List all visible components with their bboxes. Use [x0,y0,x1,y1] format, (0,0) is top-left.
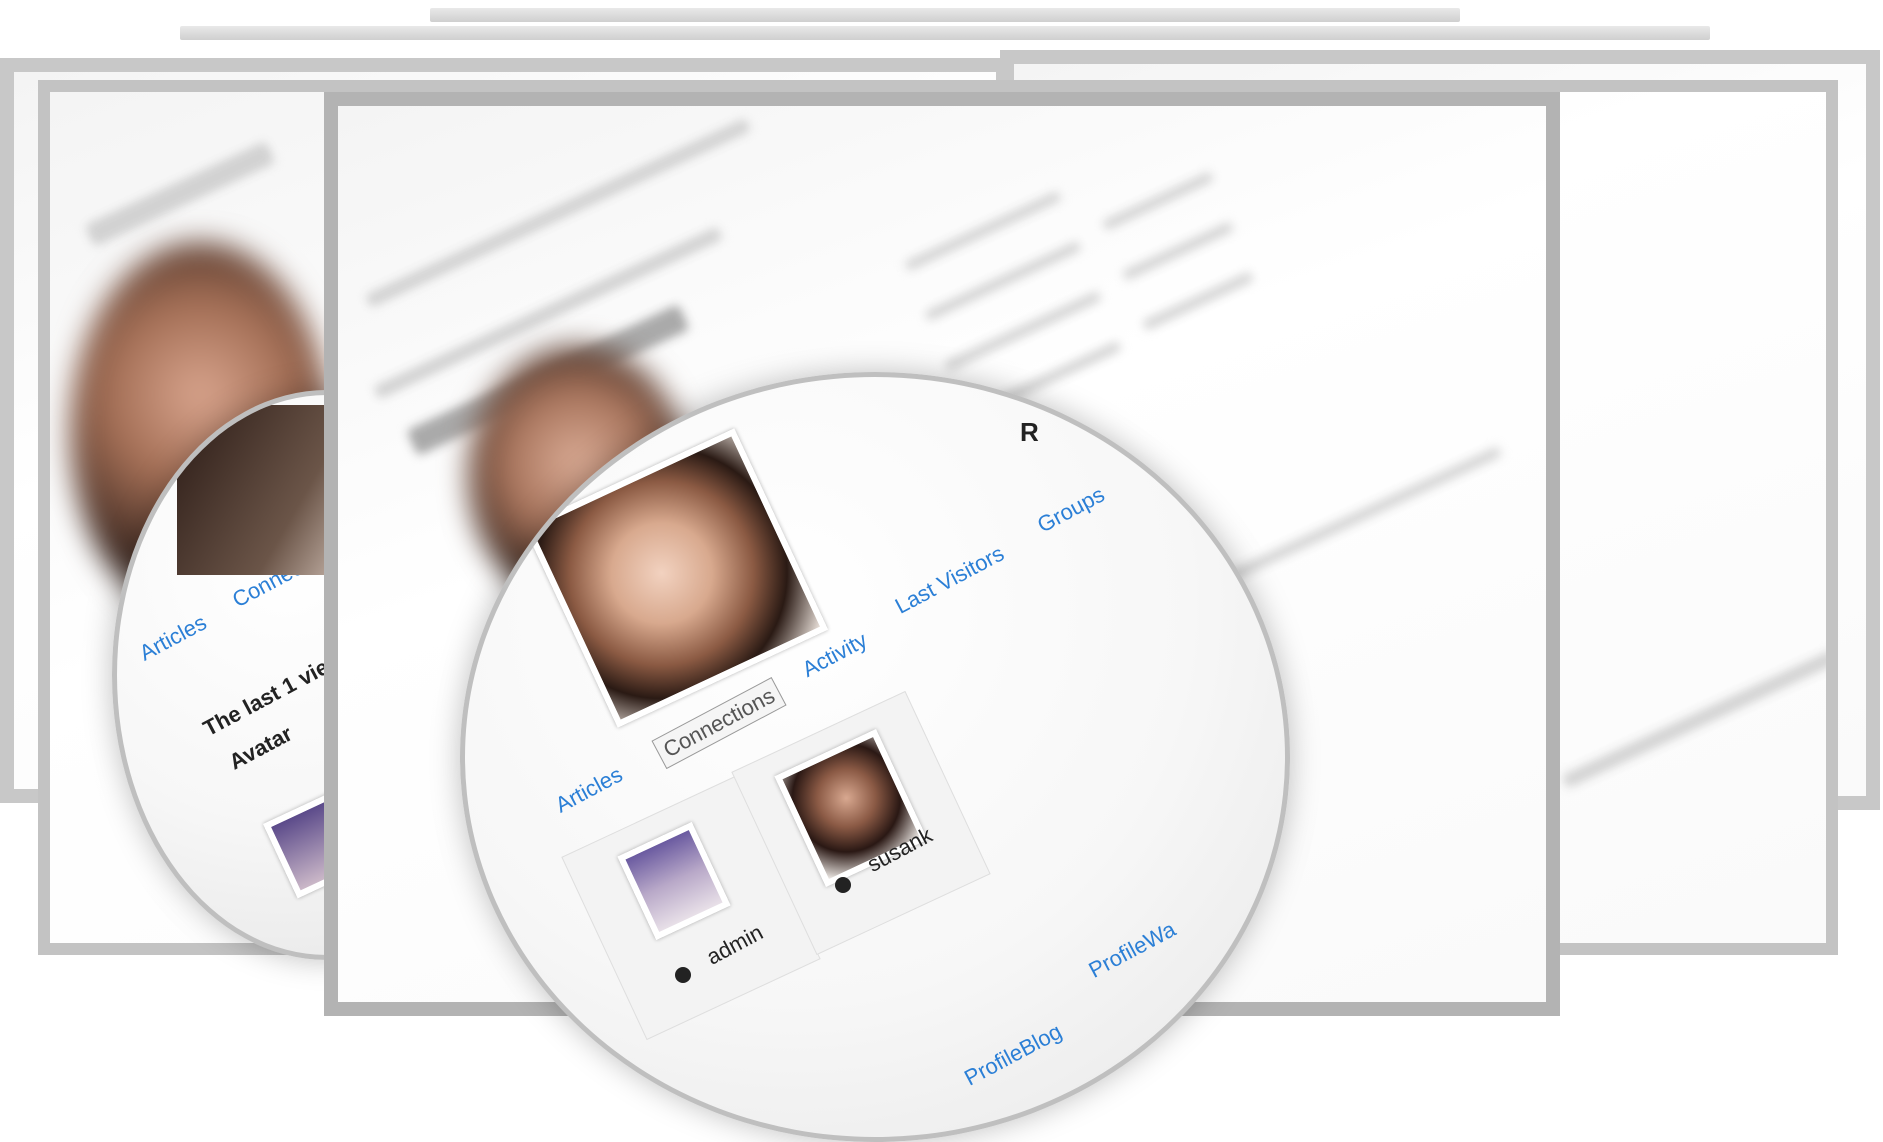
link-profilewall[interactable]: ProfileWa [1084,916,1180,983]
lens-corner-label: R [1020,417,1039,447]
left-tab-articles[interactable]: Articles [135,610,211,667]
blur-value-3 [1141,271,1255,331]
link-profileblog[interactable]: ProfileBlog [960,1019,1066,1092]
blur-title [84,140,276,248]
back-frame-top-2 [180,26,1710,40]
tab-articles[interactable]: Articles [551,762,627,819]
back-frame-top-1 [430,8,1460,22]
blur-value-2 [1121,221,1235,281]
left-table-heading: The last 1 vie [198,654,333,742]
blur-line-right [1561,649,1826,789]
admin-status-icon [675,967,691,983]
blur-value-1 [1101,171,1215,231]
magnifier-lens: R Articles Connections Activity Last Vis… [460,372,1290,1142]
blur-breadcrumb [364,117,752,309]
tab-groups[interactable]: Groups [1033,482,1109,539]
susank-status-icon [835,877,851,893]
tab-last-visitors[interactable]: Last Visitors [891,540,1009,619]
